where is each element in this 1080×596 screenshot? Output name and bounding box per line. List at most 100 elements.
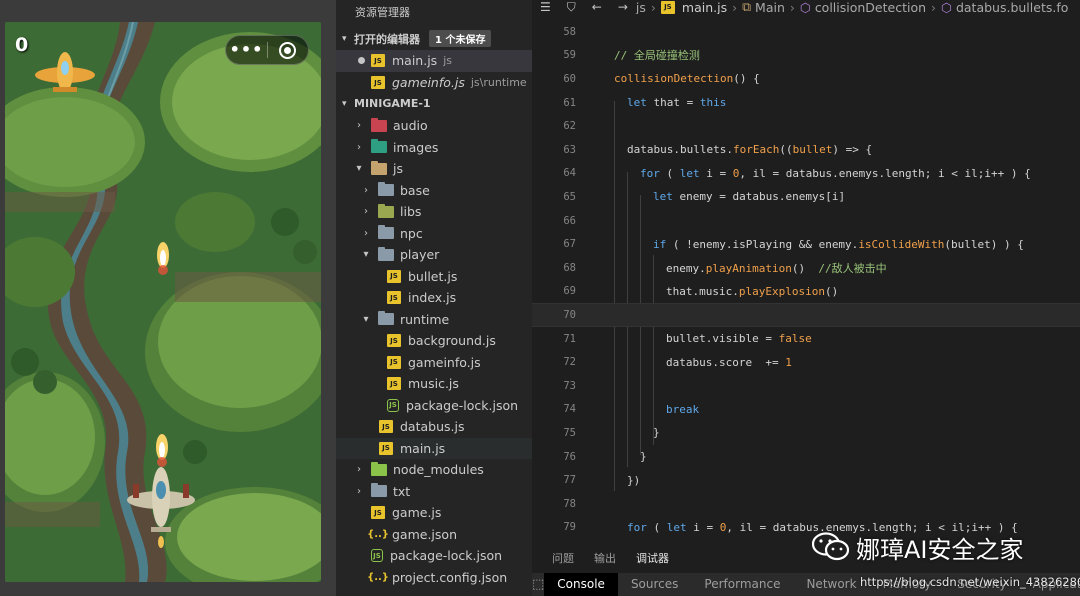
code-text: bullet.visible = false (666, 332, 812, 345)
code-token: () (824, 284, 839, 298)
tree-item-package-lock-json[interactable]: JS package-lock.json (336, 545, 532, 567)
tab-console[interactable]: Console (544, 573, 618, 596)
breadcrumb-class[interactable]: Main (755, 0, 785, 14)
code-line: 67 if ( !enemy.isPlaying && enemy.isColl… (532, 232, 1080, 256)
code-area[interactable]: 58 59 // 全局碰撞检测 60 collisionDetection() … (532, 17, 1080, 537)
tree-item-label: gameinfo.js (408, 354, 481, 370)
tree-item-npc[interactable]: › npc (336, 223, 532, 245)
breadcrumb-separator: › (931, 0, 937, 14)
folder-icon (371, 461, 387, 476)
code-text: let that = this (627, 96, 726, 109)
project-header[interactable]: ▾ MINIGAME-1 (336, 93, 532, 114)
breadcrumb-method[interactable]: collisionDetection (815, 0, 926, 14)
code-text: break (666, 403, 699, 416)
tree-item-project-config-json[interactable]: {..} project.config.json (336, 567, 532, 589)
file-path: js\runtime (470, 76, 527, 90)
tree-item-node-modules[interactable]: › node_modules (336, 459, 532, 481)
tree-item-player[interactable]: ▾ player (336, 244, 532, 266)
keyword: let (627, 96, 647, 110)
tree-item-base[interactable]: › base (336, 180, 532, 202)
tree-item-libs[interactable]: › libs (336, 201, 532, 223)
tree-item-package-lock-json-runtime[interactable]: JS package-lock.json (336, 395, 532, 417)
breadcrumb-file[interactable]: main.js (682, 0, 727, 14)
code-line: 66 (532, 209, 1080, 233)
forward-arrow-icon[interactable]: → (618, 0, 628, 14)
code-token: , il = databus.enemys.length; i < il;i++… (739, 166, 1031, 180)
code-line: 68 enemy.playAnimation() //敌人被击中 (532, 256, 1080, 280)
code-line: 71 bullet.visible = false (532, 327, 1080, 351)
score-label: 0 (15, 34, 29, 56)
line-number: 60 (563, 72, 576, 85)
code-token: databus.bullets. (627, 143, 733, 157)
explorer-title: 资源管理器 (355, 6, 410, 19)
json-file-icon: {..} (367, 571, 389, 583)
line-number: 72 (563, 356, 576, 369)
code-line: 69 that.music.playExplosion() (532, 280, 1080, 304)
close-program-button[interactable] (268, 41, 308, 59)
tab-debugger[interactable]: 调试器 (636, 550, 669, 566)
breadcrumb-folder[interactable]: js (636, 0, 646, 14)
tree-item-bullet-js[interactable]: JS bullet.js (336, 266, 532, 288)
open-editor-main-js[interactable]: JS main.js js (336, 50, 532, 72)
code-token: (bullet) ) { (944, 237, 1024, 251)
code-text: let enemy = databus.enemys[i] (653, 190, 845, 203)
tree-item-main-js[interactable]: JS main.js (336, 437, 532, 459)
chevron-right-icon: › (357, 485, 361, 497)
code-line: 63 databus.bullets.forEach((bullet) => { (532, 138, 1080, 162)
chevron-down-icon: ▾ (342, 33, 347, 44)
tab-sources[interactable]: Sources (618, 573, 691, 596)
tab-output[interactable]: 输出 (594, 550, 616, 566)
tree-item-label: audio (393, 118, 428, 134)
tree-item-audio[interactable]: › audio (336, 115, 532, 137)
tree-item-label: main.js (400, 440, 446, 456)
line-number: 68 (563, 261, 576, 274)
tree-item-js[interactable]: ▾ js (336, 158, 532, 180)
open-editors-header[interactable]: ▾ 打开的编辑器 1 个未保存 (336, 28, 532, 49)
tab-problems[interactable]: 问题 (552, 550, 574, 566)
js-file-icon: JS (379, 441, 393, 455)
chevron-right-icon: › (364, 184, 368, 196)
tab-network[interactable]: Network (793, 573, 869, 596)
more-menu-button[interactable]: ••• (226, 36, 267, 64)
line-number: 62 (563, 120, 576, 133)
open-editor-gameinfo-js[interactable]: JS gameinfo.js js\runtime (336, 72, 532, 94)
mini-program-capsule: ••• (225, 35, 309, 65)
wechat-icon (811, 532, 850, 562)
tree-item-label: npc (400, 225, 423, 241)
tree-item-txt[interactable]: › txt (336, 481, 532, 503)
tree-item-label: base (400, 182, 430, 198)
code-token: enemy. (666, 261, 706, 275)
boolean: false (778, 332, 812, 346)
folder-open-icon (378, 246, 394, 261)
tree-item-music-js[interactable]: JS music.js (336, 373, 532, 395)
game-background (5, 22, 321, 582)
tree-item-index-js[interactable]: JS index.js (336, 287, 532, 309)
tree-item-game-js[interactable]: JS game.js (336, 502, 532, 524)
bookmark-icon[interactable]: ⛉ (567, 0, 576, 14)
breadcrumb-symbol[interactable]: databus.bullets.fo (956, 0, 1068, 14)
line-number: 76 (563, 450, 576, 463)
tab-performance[interactable]: Performance (691, 573, 793, 596)
tree-item-label: game.json (392, 526, 457, 542)
back-arrow-icon[interactable]: ← (592, 0, 602, 14)
tree-item-runtime[interactable]: ▾ runtime (336, 309, 532, 331)
line-number: 70 (563, 308, 576, 321)
js-file-icon: JS (387, 377, 401, 391)
tree-item-background-js[interactable]: JS background.js (336, 330, 532, 352)
tree-item-label: music.js (408, 376, 459, 392)
list-icon[interactable]: ☰ (540, 0, 551, 14)
folder-icon (371, 117, 387, 132)
tree-item-databus-js[interactable]: JS databus.js (336, 416, 532, 438)
inspect-element-icon[interactable]: ⬚ (532, 577, 544, 592)
tree-item-images[interactable]: › images (336, 137, 532, 159)
code-token: () { (733, 72, 760, 86)
tree-item-game-json[interactable]: {..} game.json (336, 524, 532, 546)
chevron-down-icon: ▾ (363, 313, 369, 325)
code-token: } (640, 450, 647, 464)
tree-item-label: player (400, 247, 440, 263)
tree-item-gameinfo-js[interactable]: JS gameinfo.js (336, 352, 532, 374)
js-file-icon: JS (371, 506, 385, 520)
chevron-right-icon: › (364, 206, 368, 218)
game-screen[interactable]: 0 ••• (5, 22, 321, 582)
code-text: if ( !enemy.isPlaying && enemy.isCollide… (653, 238, 1024, 251)
